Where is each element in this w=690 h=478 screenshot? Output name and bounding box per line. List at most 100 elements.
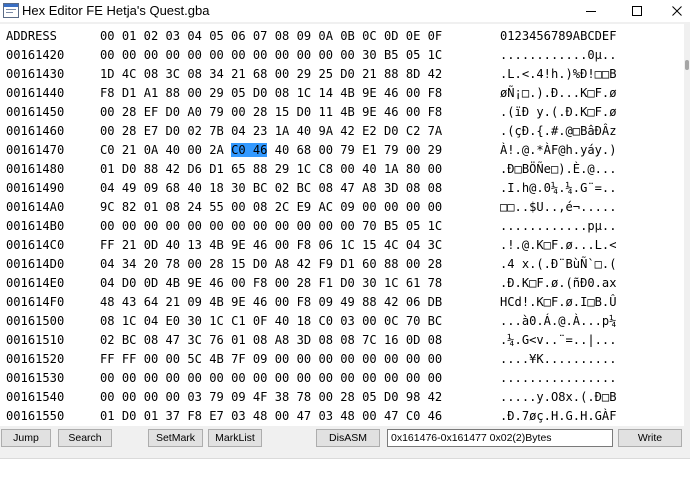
hex-byte[interactable]: BC (122, 333, 137, 347)
hex-byte[interactable]: 1C (297, 162, 312, 176)
hex-byte[interactable]: 00 (100, 48, 115, 62)
hex-byte[interactable]: 47 (297, 409, 312, 423)
hex-byte[interactable]: 37 (166, 409, 181, 423)
hex-byte[interactable]: 46 (209, 276, 224, 290)
hex-byte[interactable]: 00 (187, 219, 202, 233)
hex-byte[interactable]: C0 (318, 314, 333, 328)
hex-byte[interactable]: D1 (209, 162, 224, 176)
hex-byte[interactable]: 28 (297, 276, 312, 290)
hex-byte[interactable]: 88 (166, 86, 181, 100)
hex-byte[interactable]: 42 (340, 124, 355, 138)
hex-byte[interactable]: AC (318, 200, 333, 214)
hex-byte[interactable]: 08 (253, 333, 268, 347)
hex-byte[interactable]: 00 (362, 409, 377, 423)
row-bytes[interactable]: 08 1C 04 E0 30 1C C1 0F 40 18 C0 03 00 0… (100, 312, 442, 331)
hex-byte[interactable]: F9 (318, 257, 333, 271)
hex-byte[interactable]: 28 (428, 257, 443, 271)
hex-byte[interactable]: C0 (231, 143, 246, 157)
hex-byte[interactable]: 40 (166, 238, 181, 252)
hex-byte[interactable]: 30 (187, 314, 202, 328)
hex-byte[interactable]: 00 (275, 67, 290, 81)
hex-byte[interactable]: 42 (384, 295, 399, 309)
hex-byte[interactable]: D0 (340, 67, 355, 81)
hex-byte[interactable]: A8 (275, 333, 290, 347)
hex-byte[interactable]: D0 (166, 105, 181, 119)
hex-byte[interactable]: 40 (275, 314, 290, 328)
hex-byte[interactable]: E1 (362, 143, 377, 157)
hex-byte[interactable]: D0 (122, 276, 137, 290)
hex-byte[interactable]: 00 (428, 162, 443, 176)
jump-button[interactable]: Jump (1, 429, 51, 447)
hex-byte[interactable]: 00 (144, 219, 159, 233)
hex-byte[interactable]: 06 (318, 238, 333, 252)
hex-byte[interactable]: 29 (297, 67, 312, 81)
hex-byte[interactable]: 46 (384, 105, 399, 119)
hex-byte[interactable]: 42 (428, 67, 443, 81)
hex-byte[interactable]: 00 (231, 371, 246, 385)
row-bytes[interactable]: 01 D0 01 37 F8 E7 03 48 00 47 03 48 00 4… (100, 407, 442, 426)
hex-byte[interactable]: 25 (318, 67, 333, 81)
hex-byte[interactable]: 46 (253, 295, 268, 309)
hex-byte[interactable]: 00 (144, 371, 159, 385)
hex-byte[interactable]: 9E (187, 276, 202, 290)
hex-byte[interactable]: 76 (209, 333, 224, 347)
hex-byte[interactable]: 00 (187, 143, 202, 157)
hex-byte[interactable]: F1 (318, 276, 333, 290)
hex-byte[interactable]: 00 (362, 200, 377, 214)
hex-byte[interactable]: 16 (384, 333, 399, 347)
hex-byte[interactable]: 3C (187, 333, 202, 347)
hex-byte[interactable]: 7F (231, 352, 246, 366)
row-bytes[interactable]: 02 BC 08 47 3C 76 01 08 A8 3D 08 08 7C 1… (100, 331, 442, 350)
hex-byte[interactable]: 00 (231, 200, 246, 214)
hex-byte[interactable]: 00 (318, 390, 333, 404)
hex-byte[interactable]: 00 (187, 86, 202, 100)
hex-byte[interactable]: 08 (253, 200, 268, 214)
hex-byte[interactable]: 3C (166, 67, 181, 81)
hex-byte[interactable]: 29 (428, 143, 443, 157)
hex-byte[interactable]: 00 (406, 352, 421, 366)
hex-byte[interactable]: 38 (275, 390, 290, 404)
row-bytes[interactable]: 00 00 00 00 00 00 00 00 00 00 00 00 70 B… (100, 217, 442, 236)
hex-byte[interactable]: 4C (384, 238, 399, 252)
row-bytes[interactable]: C0 21 0A 40 00 2A C0 46 40 68 00 79 E1 7… (100, 141, 442, 160)
hex-byte[interactable]: 08 (428, 333, 443, 347)
hex-byte[interactable]: 08 (187, 67, 202, 81)
hex-byte[interactable]: 7A (428, 124, 443, 138)
hex-byte[interactable]: 00 (406, 371, 421, 385)
hex-byte[interactable]: D6 (187, 162, 202, 176)
setmark-button[interactable]: SetMark (148, 429, 203, 447)
hex-byte[interactable]: D0 (253, 86, 268, 100)
hex-byte[interactable]: 68 (297, 143, 312, 157)
write-button[interactable]: Write (618, 429, 682, 447)
hex-byte[interactable]: 80 (406, 162, 421, 176)
hex-byte[interactable]: 64 (144, 295, 159, 309)
hex-byte[interactable]: 40 (166, 143, 181, 157)
row-bytes[interactable]: FF FF 00 00 5C 4B 7F 09 00 00 00 00 00 0… (100, 350, 442, 369)
hex-byte[interactable]: 00 (122, 390, 137, 404)
hex-byte[interactable]: A0 (187, 105, 202, 119)
hex-byte[interactable]: 00 (428, 371, 443, 385)
hex-byte[interactable]: 18 (297, 314, 312, 328)
hex-byte[interactable]: 48 (100, 295, 115, 309)
hex-byte[interactable]: 00 (384, 371, 399, 385)
hex-byte[interactable]: 2C (275, 200, 290, 214)
vertical-scrollbar[interactable] (684, 24, 690, 426)
hex-byte[interactable]: BC (297, 181, 312, 195)
selection-range-field[interactable]: 0x161476-0x161477 0x02(2)Bytes (387, 429, 613, 447)
hex-byte[interactable]: 01 (100, 162, 115, 176)
hex-byte[interactable]: A1 (144, 86, 159, 100)
hex-byte[interactable]: 0C (384, 314, 399, 328)
hex-byte[interactable]: 09 (318, 295, 333, 309)
hex-byte[interactable]: F8 (297, 238, 312, 252)
hex-byte[interactable]: 00 (362, 371, 377, 385)
hex-byte[interactable]: FF (100, 352, 115, 366)
hex-byte[interactable]: D0 (384, 390, 399, 404)
row-bytes[interactable]: 01 D0 88 42 D6 D1 65 88 29 1C C8 00 40 1… (100, 160, 442, 179)
hex-byte[interactable]: 00 (340, 162, 355, 176)
hex-byte[interactable]: 08 (340, 333, 355, 347)
hex-byte[interactable]: 09 (144, 181, 159, 195)
hex-byte[interactable]: 00 (275, 295, 290, 309)
hex-byte[interactable]: 28 (253, 105, 268, 119)
hex-byte[interactable]: 08 (275, 86, 290, 100)
hex-byte[interactable]: 4C (122, 67, 137, 81)
